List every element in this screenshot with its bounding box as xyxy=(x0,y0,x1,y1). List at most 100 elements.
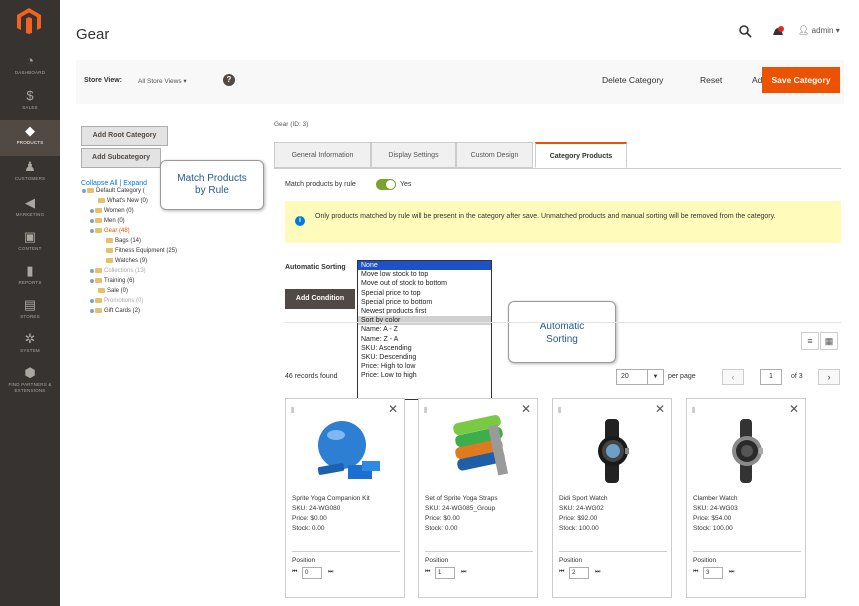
tree-node[interactable]: Training (6) xyxy=(90,278,134,284)
reset-button[interactable]: Reset xyxy=(700,75,722,85)
sort-option[interactable]: None xyxy=(358,261,491,271)
add-root-category-button[interactable]: Add Root Category xyxy=(81,126,168,146)
position-label: Position xyxy=(425,557,449,564)
store-view-switcher[interactable]: All Store Views ▾ xyxy=(138,77,187,85)
position-input[interactable]: 2 xyxy=(569,567,589,579)
tree-node[interactable]: Sale (0) xyxy=(98,288,128,294)
remove-icon[interactable]: ✕ xyxy=(655,402,665,416)
per-page-value: 20 xyxy=(621,373,629,380)
move-last-icon[interactable]: ⏭ xyxy=(595,569,600,576)
add-condition-button[interactable]: Add Condition xyxy=(285,289,355,309)
move-first-icon[interactable]: ⏮ xyxy=(559,569,564,576)
next-page-button[interactable]: › xyxy=(818,369,840,385)
sort-option[interactable]: Newest products first xyxy=(358,307,491,316)
collapse-expand-links[interactable]: Collapse All | Expand xyxy=(81,180,147,187)
move-last-icon[interactable]: ⏭ xyxy=(461,569,466,576)
position-control: ⏮ 1 ⏭ xyxy=(425,567,471,579)
tree-node[interactable]: Women (0) xyxy=(90,208,134,214)
remove-icon[interactable]: ✕ xyxy=(789,402,799,416)
product-name: Set of Sprite Yoga Straps xyxy=(425,495,498,502)
list-view-icon[interactable]: ≡ xyxy=(801,332,819,350)
nav-label: SALES xyxy=(22,105,38,110)
tree-node[interactable]: Default Category ( xyxy=(82,188,145,194)
nav-products[interactable]: ◆ PRODUCTS xyxy=(0,120,60,156)
sort-option[interactable]: Special price to bottom xyxy=(358,298,491,307)
move-last-icon[interactable]: ⏭ xyxy=(328,569,333,576)
user-menu[interactable]: 👤︎ admin ▾ xyxy=(798,25,840,36)
per-page-select[interactable]: 20 ▼ xyxy=(616,369,664,385)
tree-node-selected[interactable]: Gear (48) xyxy=(90,228,130,234)
move-last-icon[interactable]: ⏭ xyxy=(729,569,734,576)
remove-icon[interactable]: ✕ xyxy=(388,402,398,416)
nav-partners[interactable]: ⬢ FIND PARTNERS & EXTENSIONS xyxy=(0,366,60,402)
tree-node[interactable]: Gift Cards (2) xyxy=(90,308,140,314)
expand-icon xyxy=(90,308,94,313)
sort-option[interactable]: Move low stock to top xyxy=(358,270,491,279)
product-stock: Stock: 100.00 xyxy=(559,525,599,532)
sort-option[interactable]: Price: Low to high xyxy=(358,371,491,380)
sort-option[interactable]: Sort by color xyxy=(358,316,491,326)
tree-node[interactable]: Promotions (0) xyxy=(90,298,143,304)
sort-option[interactable]: SKU: Ascending xyxy=(358,344,491,353)
move-first-icon[interactable]: ⏮ xyxy=(693,569,698,576)
notification-bell-icon[interactable] xyxy=(771,25,785,39)
sort-option[interactable]: Special price to top xyxy=(358,289,491,298)
tab-custom-design[interactable]: Custom Design xyxy=(456,142,533,168)
nav-label: CUSTOMERS xyxy=(14,176,46,181)
product-card[interactable]: ⦀ ✕ Set of Sprite Yoga Straps SKU: 24-WG… xyxy=(418,398,538,598)
tree-node[interactable]: What's New (0) xyxy=(98,198,148,204)
move-first-icon[interactable]: ⏮ xyxy=(425,569,430,576)
help-icon[interactable]: ? xyxy=(223,74,235,86)
nav-label: STORES xyxy=(20,314,40,319)
previous-page-button[interactable]: ‹ xyxy=(722,369,744,385)
sort-option[interactable]: Name: A - Z xyxy=(358,325,491,334)
tab-general-information[interactable]: General Information xyxy=(274,142,371,168)
drag-handle-icon[interactable]: ⦀ xyxy=(558,406,562,416)
search-icon[interactable] xyxy=(738,24,752,38)
drag-handle-icon[interactable]: ⦀ xyxy=(424,406,428,416)
product-card[interactable]: ⦀ ✕ Didi Sport Watch SKU: 24-WG02 Price:… xyxy=(552,398,672,598)
tree-node[interactable]: Men (0) xyxy=(90,218,125,224)
remove-icon[interactable]: ✕ xyxy=(521,402,531,416)
drag-handle-icon[interactable]: ⦀ xyxy=(692,406,696,416)
sort-option[interactable]: Price: High to low xyxy=(358,362,491,371)
product-sku: SKU: 24-WG02 xyxy=(559,505,604,512)
yoga-straps-image xyxy=(453,415,509,476)
tree-node[interactable]: Collections (13) xyxy=(90,268,146,274)
position-input[interactable]: 1 xyxy=(435,567,455,579)
move-first-icon[interactable]: ⏮ xyxy=(292,569,297,576)
position-input[interactable]: 0 xyxy=(302,567,322,579)
nav-customers[interactable]: ♟ CUSTOMERS xyxy=(0,160,60,200)
sort-option[interactable]: SKU: Descending xyxy=(358,353,491,362)
add-subcategory-button[interactable]: Add Subcategory xyxy=(81,148,161,168)
nav-label: CONTENT xyxy=(18,246,42,251)
tree-node[interactable]: Watches (9) xyxy=(106,258,147,264)
grid-view-icon[interactable]: ▦ xyxy=(820,332,838,350)
page-total: of 3 xyxy=(791,373,803,380)
tab-category-products[interactable]: Category Products xyxy=(535,142,627,168)
sort-option[interactable]: Name: Z - A xyxy=(358,335,491,344)
divider xyxy=(559,551,667,552)
magento-logo-icon[interactable] xyxy=(17,8,41,34)
folder-icon xyxy=(95,308,102,313)
product-card[interactable]: ⦀ ✕ Sprite Yoga Companion Kit SKU: 24-WG… xyxy=(285,398,405,598)
tree-node[interactable]: Bags (14) xyxy=(106,238,141,244)
drag-handle-icon[interactable]: ⦀ xyxy=(291,406,295,416)
product-card[interactable]: ⦀ ✕ Clamber Watch SKU: 24-WG03 Price: $5… xyxy=(686,398,806,598)
tab-display-settings[interactable]: Display Settings xyxy=(371,142,456,168)
puzzle-icon: ⬢ xyxy=(24,365,36,380)
delete-category-button[interactable]: Delete Category xyxy=(602,75,663,85)
tree-node-label: Women (0) xyxy=(104,208,134,215)
position-input[interactable]: 3 xyxy=(703,567,723,579)
folder-icon xyxy=(98,288,105,293)
automatic-sorting-dropdown[interactable]: None Move low stock to top Move out of s… xyxy=(357,260,492,400)
tab-divider xyxy=(274,168,841,169)
person-icon: ♟ xyxy=(24,159,36,174)
save-category-button[interactable]: Save Category xyxy=(762,67,840,93)
page-number-input[interactable]: 1 xyxy=(760,369,782,385)
tree-node[interactable]: Fitness Equipment (25) xyxy=(106,248,177,254)
per-page-label: per page xyxy=(668,373,696,380)
sort-option[interactable]: Move out of stock to bottom xyxy=(358,279,491,288)
position-label: Position xyxy=(292,557,316,564)
match-products-toggle[interactable] xyxy=(376,179,396,190)
